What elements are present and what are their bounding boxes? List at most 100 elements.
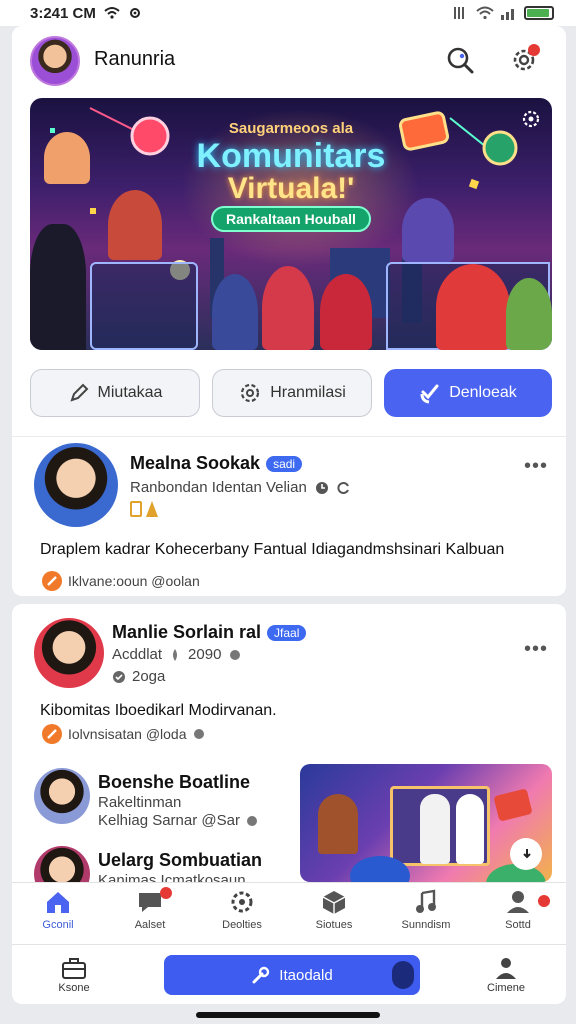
settings-button[interactable] — [506, 42, 542, 78]
video-thumbnail[interactable] — [300, 764, 552, 882]
feed-card-bottom: Manlie Sorlain ral Jfaal Acddlat 2090 2og… — [12, 604, 566, 882]
post2-author-avatar[interactable] — [34, 618, 104, 688]
wifi-indicator-icon — [104, 7, 120, 19]
settings-action-button[interactable]: Hranmilasi — [212, 369, 372, 417]
time-icon — [315, 481, 328, 494]
settings-small-icon — [129, 8, 140, 18]
bottom-left-label: Ksone — [58, 982, 90, 994]
list-item[interactable]: Uelarg Sombuatian Kanimas Icmatkosaun — [12, 840, 292, 882]
bottom-left-button[interactable]: Ksone — [34, 957, 114, 994]
post-author-name[interactable]: Mealna Sookak — [130, 453, 260, 473]
tab-profile[interactable]: Sottd — [478, 889, 558, 931]
briefcase-icon — [62, 958, 86, 979]
post2-body: Kibomitas Iboedikarl Modirvanan. — [40, 702, 277, 719]
person-icon — [507, 891, 529, 913]
post-meta-text: Iklvane:ooun @oolan — [68, 573, 200, 589]
post2-meta-text: Iolvnsisatan @loda — [68, 726, 187, 742]
post-more-menu[interactable]: ••• — [524, 455, 548, 478]
primary-cta-label: Itaodald — [279, 966, 333, 984]
profile-avatar[interactable] — [30, 36, 80, 86]
tab-settings-label: Deolties — [222, 919, 262, 931]
wifi-icon — [476, 6, 494, 20]
check-icon — [113, 670, 125, 683]
location-icon — [42, 724, 62, 744]
list-item-line1: Kanimas Icmatkosaun — [98, 872, 246, 882]
cog-icon — [241, 383, 260, 403]
bottom-action-bar: Ksone Itaodald Cimene — [12, 944, 566, 1004]
refresh-icon — [337, 481, 349, 494]
profile-badge — [538, 895, 550, 907]
post-body: Draplem kadrar Kohecerbany Fantual Idiag… — [40, 541, 505, 558]
bottom-right-button[interactable]: Cimene — [466, 957, 546, 994]
status-bar: 3:241 CM — [0, 0, 576, 26]
drop-icon — [173, 648, 178, 661]
cube-icon — [322, 891, 346, 914]
gear-icon — [231, 891, 253, 913]
banner-subtitle: Virtuala!' — [227, 172, 355, 205]
banner-title: Komunitars — [196, 137, 386, 175]
settings-action-label: Hranmilasi — [270, 384, 346, 401]
location-icon — [42, 571, 62, 591]
play-icon — [523, 849, 531, 859]
feed-card-top: Ranunria Saugarmeoos ala Komunitars Virt… — [12, 26, 566, 596]
list-item-name: Boenshe Boatline — [98, 772, 251, 792]
post-reaction-icons — [130, 501, 158, 517]
tab-music[interactable]: Sunndism — [386, 889, 466, 931]
status-time: 3:241 CM — [30, 4, 96, 22]
search-button[interactable] — [442, 42, 478, 78]
tab-settings[interactable]: Deolties — [202, 889, 282, 931]
primary-cta-button[interactable]: Itaodald — [164, 955, 420, 995]
app-title: Ranunria — [94, 48, 176, 70]
list-item-avatar — [34, 846, 90, 882]
heart-check-icon — [420, 384, 439, 404]
list-item-line1: Rakeltinman — [98, 794, 182, 811]
write-button[interactable]: Miutakaa — [30, 369, 200, 417]
settings-notification-badge — [528, 44, 540, 56]
post2-more-menu[interactable]: ••• — [524, 638, 548, 661]
app-header: Ranunria — [12, 26, 566, 96]
clock-icon — [246, 815, 257, 826]
list-item[interactable]: Boenshe Boatline Rakeltinman Kelhiag Sar… — [12, 764, 292, 834]
wrench-icon — [252, 966, 270, 984]
post-subtitle: Ranbondan Identan Velian — [130, 479, 307, 496]
post2-sub2: 2oga — [132, 668, 166, 685]
author-tag-chip: sadi — [266, 456, 303, 473]
post2-subtitle: Acddlat — [112, 646, 163, 663]
action-row: Miutakaa Hranmilasi Denloeak — [30, 369, 552, 417]
vibrate-icon — [454, 7, 464, 19]
tab-music-label: Sunndism — [401, 919, 451, 931]
signal-icon — [501, 9, 514, 20]
clock-icon — [230, 649, 241, 660]
pencil-icon — [69, 383, 88, 402]
share-button-label: Denloeak — [449, 384, 517, 401]
tab-home[interactable]: Gconil — [18, 889, 98, 931]
share-button[interactable]: Denloeak — [384, 369, 552, 417]
bottom-right-label: Cimene — [487, 982, 525, 994]
list-item-line2: Kelhiag Sarnar @Sar — [98, 812, 240, 829]
tab-messages[interactable]: Aalset — [110, 887, 190, 931]
post2-year: 2090 — [188, 646, 222, 663]
banner-kicker: Saugarmeoos ala — [228, 120, 354, 137]
tab-messages-label: Aalset — [134, 919, 166, 931]
search-icon — [447, 47, 474, 74]
write-button-label: Miutakaa — [97, 384, 163, 401]
clock-icon — [193, 729, 204, 739]
list-item-avatar — [34, 768, 90, 824]
home-indicator — [196, 1012, 380, 1018]
user-icon — [496, 958, 516, 979]
tab-profile-label: Sottd — [505, 919, 531, 931]
messages-badge — [160, 887, 172, 899]
post2-tag-chip: Jfaal — [267, 625, 307, 642]
bottom-tab-bar: Gconil Aalset Deolties Siotues Sunndism … — [12, 882, 566, 944]
tab-stories[interactable]: Siotues — [294, 889, 374, 931]
banner-pill-button[interactable]: Rankaltaan Houball — [211, 206, 371, 232]
post-card[interactable]: Mealna Sookak sadi Ranbondan Identan Veli… — [12, 436, 566, 596]
community-banner[interactable]: Saugarmeoos ala Komunitars Virtuala!' Ra… — [30, 98, 552, 350]
tab-home-label: Gconil — [42, 919, 74, 931]
home-icon — [47, 892, 69, 913]
play-button[interactable] — [510, 838, 542, 870]
post-author-avatar[interactable] — [34, 443, 118, 527]
banner-gear-icon[interactable] — [520, 108, 542, 130]
list-item-name: Uelarg Sombuatian — [98, 850, 263, 870]
post2-author-name[interactable]: Manlie Sorlain ral — [112, 622, 261, 642]
